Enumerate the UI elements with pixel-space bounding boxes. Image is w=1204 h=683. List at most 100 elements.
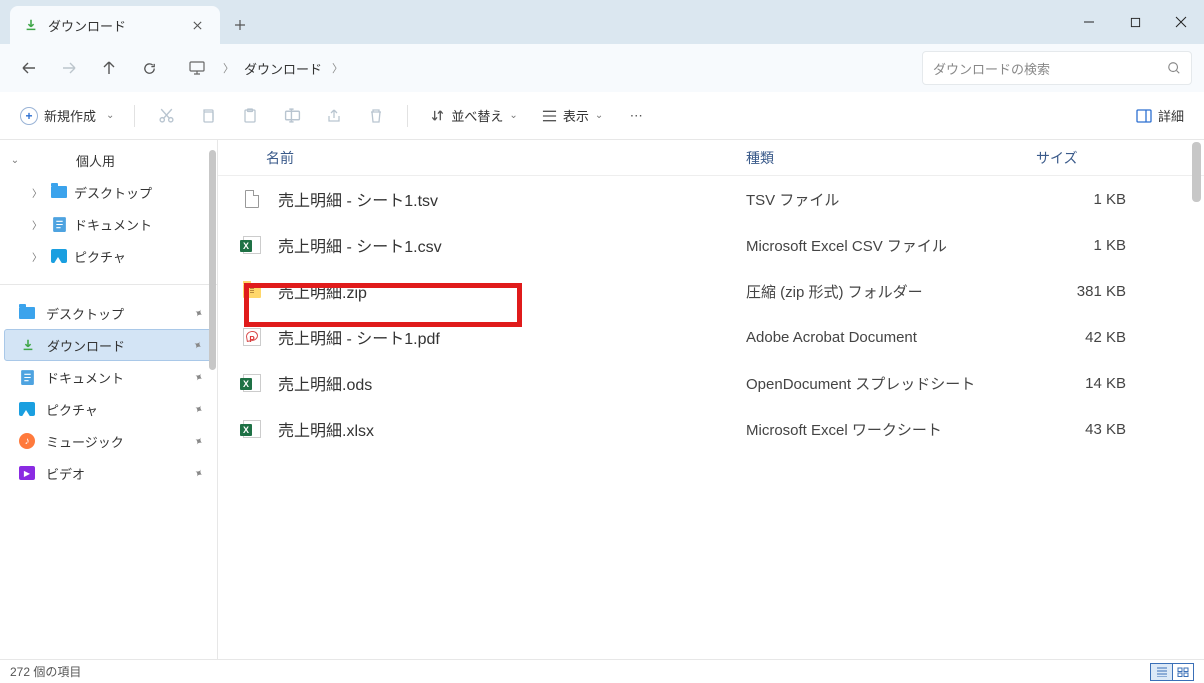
minimize-button[interactable] [1066,0,1112,44]
chevron-down-icon: ⌄ [595,110,603,121]
tree-item-documents[interactable]: 〉 ドキュメント [0,208,217,240]
file-row[interactable]: 売上明細.zip 圧縮 (zip 形式) フォルダー 381 KB [218,268,1204,314]
delete-button[interactable] [357,99,395,133]
item-count: 272 個の項目 [10,663,81,680]
details-icon [1136,109,1152,123]
tree-root-label: 個人用 [76,151,115,170]
chevron-right-icon: 〉 [213,60,244,76]
toolbar: + 新規作成 ⌄ 並べ替え ⌄ 表示 ⌄ ⋯ 詳細 [0,92,1204,140]
column-size[interactable]: サイズ [1036,148,1204,168]
forward-button[interactable] [52,51,86,85]
tree-item-label: ピクチャ [74,247,126,266]
chevron-right-icon: 〉 [30,185,44,200]
breadcrumb-current[interactable]: ダウンロード [244,59,322,78]
file-type: Microsoft Excel ワークシート [746,419,1036,440]
filelist-scrollbar[interactable] [1192,142,1201,202]
file-type: Adobe Acrobat Document [746,329,1036,346]
sort-label: 並べ替え [451,106,503,125]
pc-icon [189,61,205,75]
maximize-button[interactable] [1112,0,1158,44]
excel-icon [240,233,264,257]
file-row[interactable]: 売上明細.ods OpenDocument スプレッドシート 14 KB [218,360,1204,406]
file-size: 381 KB [1036,283,1146,300]
file-row[interactable]: 売上明細 - シート1.csv Microsoft Excel CSV ファイル… [218,222,1204,268]
search-input[interactable]: ダウンロードの検索 [922,51,1192,85]
music-icon: ♪ [18,432,36,450]
file-size: 42 KB [1036,329,1146,346]
view-icon [542,109,557,123]
file-type: Microsoft Excel CSV ファイル [746,235,1036,256]
breadcrumb[interactable]: 〉 ダウンロード 〉 [180,51,908,85]
view-label: 表示 [563,106,589,125]
view-button[interactable]: 表示 ⌄ [532,99,613,133]
statusbar: 272 個の項目 [0,659,1204,683]
quick-downloads[interactable]: ダウンロード ✦ [4,329,213,361]
cut-button[interactable] [147,99,185,133]
file-row[interactable]: 売上明細.xlsx Microsoft Excel ワークシート 43 KB [218,406,1204,452]
folder-icon [18,304,36,322]
titlebar: ダウンロード [0,0,1204,44]
file-name: 売上明細 - シート1.csv [278,233,746,257]
view-details-button[interactable] [1150,663,1172,681]
tree-item-pictures[interactable]: 〉 ピクチャ [0,240,217,272]
quick-desktop[interactable]: デスクトップ ✦ [0,297,217,329]
file-size: 1 KB [1036,191,1146,208]
sort-button[interactable]: 並べ替え ⌄ [420,99,527,133]
quick-label: ビデオ [46,464,85,483]
pin-icon: ✦ [191,369,205,385]
view-toggle [1150,663,1194,681]
quick-videos[interactable]: ▶ ビデオ ✦ [0,457,217,489]
pin-icon: ✦ [191,401,205,417]
sidebar-scrollbar[interactable] [207,140,216,659]
column-type[interactable]: 種類 [746,148,1036,168]
search-icon [1167,61,1181,75]
sidebar: ⌄ 個人用 〉 デスクトップ 〉 ドキュメント 〉 ピクチャ [0,140,218,659]
tree-item-label: デスクトップ [74,183,152,202]
sort-icon [430,108,445,123]
file-type: OpenDocument スプレッドシート [746,373,1036,394]
file-type: TSV ファイル [746,189,1036,210]
main-area: ⌄ 個人用 〉 デスクトップ 〉 ドキュメント 〉 ピクチャ [0,140,1204,659]
back-button[interactable] [12,51,46,85]
quick-label: ダウンロード [47,336,125,355]
share-button[interactable] [315,99,353,133]
tree-item-desktop[interactable]: 〉 デスクトップ [0,176,217,208]
quick-music[interactable]: ♪ ミュージック ✦ [0,425,217,457]
rename-button[interactable] [273,99,311,133]
tab-close-button[interactable] [184,12,210,38]
new-button[interactable]: + 新規作成 ⌄ [12,99,122,133]
quick-documents[interactable]: ドキュメント ✦ [0,361,217,393]
quick-label: ミュージック [46,432,124,451]
download-icon [24,18,38,32]
picture-icon [18,400,36,418]
refresh-button[interactable] [132,51,166,85]
paste-button[interactable] [231,99,269,133]
file-row[interactable]: 売上明細 - シート1.pdf Adobe Acrobat Document 4… [218,314,1204,360]
column-name[interactable]: 名前 [266,148,746,168]
tree-item-label: ドキュメント [74,215,152,234]
chevron-down-icon: ⌄ [106,110,114,121]
quick-label: ドキュメント [46,368,124,387]
navbar: 〉 ダウンロード 〉 ダウンロードの検索 [0,44,1204,92]
pin-icon: ✦ [191,433,205,449]
more-button[interactable]: ⋯ [617,99,655,133]
plus-icon: + [20,107,38,125]
close-button[interactable] [1158,0,1204,44]
view-thumbnails-button[interactable] [1172,663,1194,681]
chevron-down-icon: ⌄ [509,110,517,121]
copy-button[interactable] [189,99,227,133]
file-row[interactable]: 売上明細 - シート1.tsv TSV ファイル 1 KB [218,176,1204,222]
chevron-right-icon: 〉 [30,217,44,232]
quick-pictures[interactable]: ピクチャ ✦ [0,393,217,425]
new-label: 新規作成 [44,106,96,125]
chevron-down-icon: ⌄ [8,155,22,166]
pin-icon: ✦ [191,305,205,321]
pin-icon: ✦ [190,337,204,353]
quick-label: デスクトップ [46,304,124,323]
new-tab-button[interactable] [220,6,260,44]
details-panel-button[interactable]: 詳細 [1128,99,1192,133]
tab-downloads[interactable]: ダウンロード [10,6,220,44]
file-name: 売上明細 - シート1.pdf [278,325,746,349]
up-button[interactable] [92,51,126,85]
tree-root-personal[interactable]: ⌄ 個人用 [0,144,217,176]
